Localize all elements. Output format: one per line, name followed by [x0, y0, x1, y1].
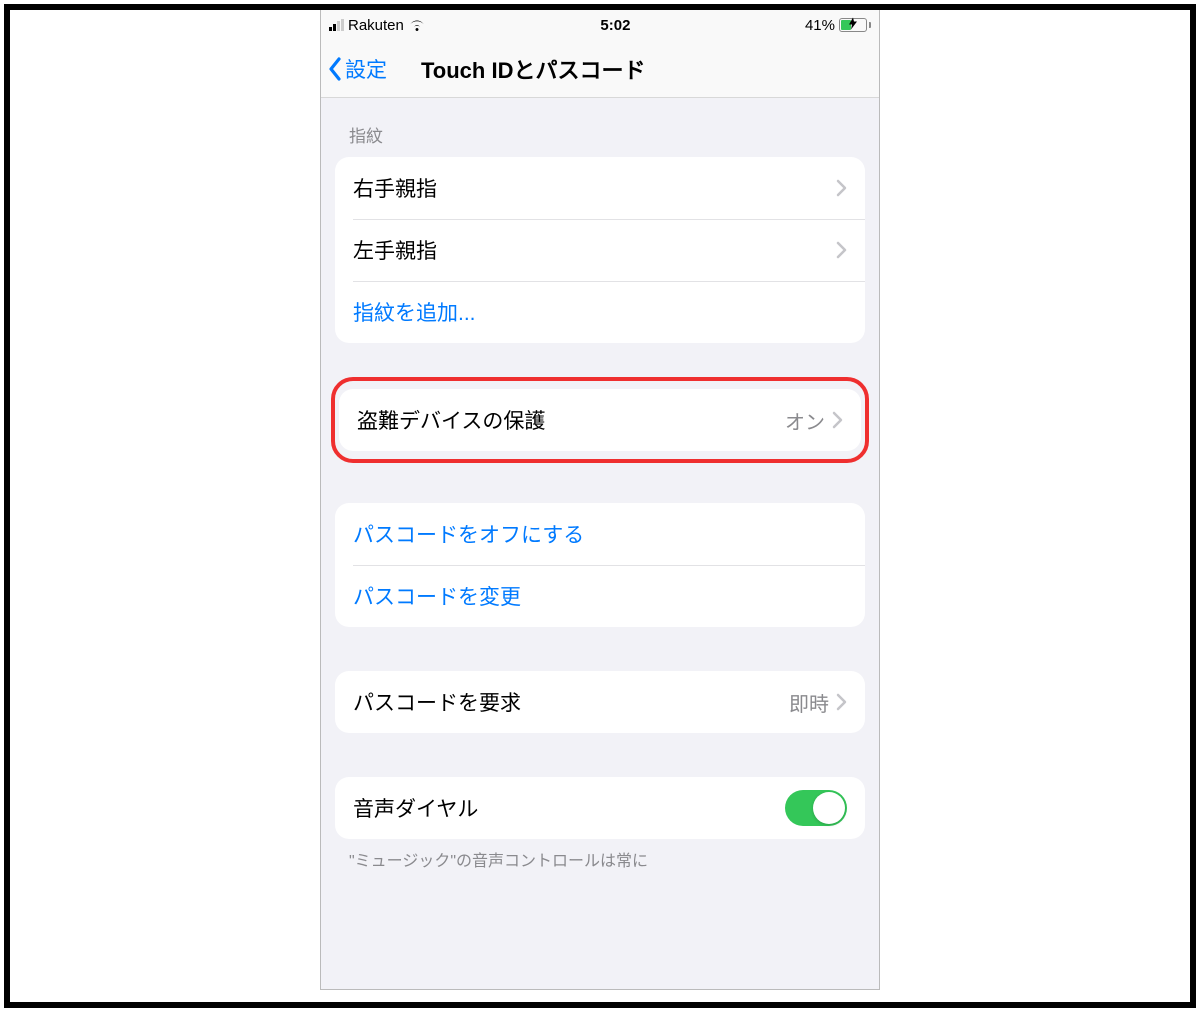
row-label: 右手親指 — [353, 173, 835, 203]
chevron-right-icon — [835, 179, 847, 197]
chevron-right-icon — [831, 411, 843, 429]
row-link-label: パスコードを変更 — [353, 581, 521, 611]
row-label: パスコードを要求 — [353, 687, 789, 717]
carrier-label: Rakuten — [348, 17, 404, 34]
row-turn-off-passcode[interactable]: パスコードをオフにする — [335, 503, 865, 565]
row-link-label: 指紋を追加... — [353, 297, 476, 327]
row-label: 盗難デバイスの保護 — [357, 405, 785, 435]
section-footer-voice-dial: "ミュージック"の音声コントロールは常に — [321, 839, 879, 871]
row-stolen-device-protection[interactable]: 盗難デバイスの保護 オン — [339, 389, 861, 451]
highlight-annotation: 盗難デバイスの保護 オン — [331, 377, 869, 463]
chevron-right-icon — [835, 693, 847, 711]
row-value: 即時 — [789, 688, 829, 717]
cellular-signal-icon — [329, 19, 344, 31]
row-right-thumb[interactable]: 右手親指 — [335, 157, 865, 219]
group-require-passcode: パスコードを要求 即時 — [335, 671, 865, 733]
status-right: 41% — [805, 17, 871, 34]
chevron-right-icon — [835, 241, 847, 259]
status-time: 5:02 — [600, 17, 630, 34]
back-label: 設定 — [345, 54, 387, 84]
row-require-passcode[interactable]: パスコードを要求 即時 — [335, 671, 865, 733]
charging-icon — [849, 17, 857, 34]
group-voice-dial: 音声ダイヤル — [335, 777, 865, 839]
page-title: Touch IDとパスコード — [421, 53, 645, 85]
chevron-left-icon — [327, 57, 343, 81]
row-left-thumb[interactable]: 左手親指 — [335, 219, 865, 281]
row-link-label: パスコードをオフにする — [353, 519, 584, 549]
row-voice-dial: 音声ダイヤル — [335, 777, 865, 839]
status-bar: Rakuten 5:02 41% — [321, 10, 879, 40]
group-stolen-device: 盗難デバイスの保護 オン — [339, 389, 861, 451]
nav-bar: 設定 Touch IDとパスコード — [321, 40, 879, 98]
toggle-knob — [813, 792, 845, 824]
battery-percent-label: 41% — [805, 17, 835, 34]
status-left: Rakuten — [329, 17, 426, 34]
wifi-icon — [408, 18, 426, 32]
row-value: オン — [785, 406, 825, 435]
back-button[interactable]: 設定 — [327, 54, 387, 84]
group-passcode-actions: パスコードをオフにする パスコードを変更 — [335, 503, 865, 627]
row-label: 音声ダイヤル — [353, 793, 785, 823]
phone-screen: Rakuten 5:02 41% — [320, 10, 880, 990]
row-add-fingerprint[interactable]: 指紋を追加... — [335, 281, 865, 343]
row-change-passcode[interactable]: パスコードを変更 — [335, 565, 865, 627]
group-fingerprints: 右手親指 左手親指 指紋を追加... — [335, 157, 865, 343]
section-header-fingerprint: 指紋 — [321, 98, 879, 157]
screenshot-frame: Rakuten 5:02 41% — [4, 4, 1196, 1008]
voice-dial-toggle[interactable] — [785, 790, 847, 826]
row-label: 左手親指 — [353, 235, 835, 265]
battery-icon — [839, 18, 871, 32]
